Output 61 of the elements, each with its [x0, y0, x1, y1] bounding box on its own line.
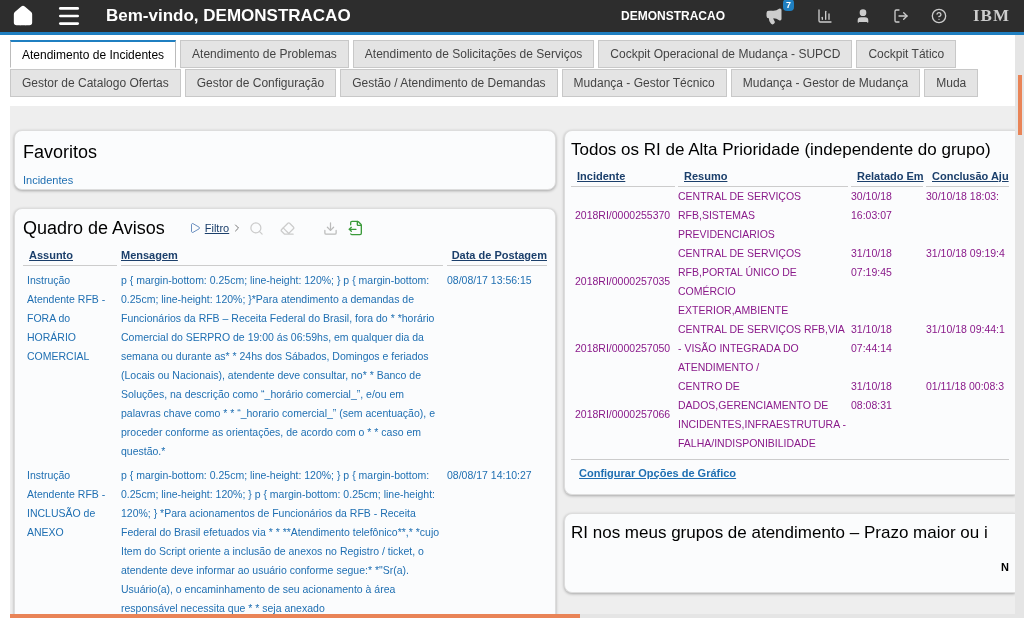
tab[interactable]: Muda: [924, 69, 979, 97]
table-cell-text: Instrução Atendente RFB - INCLUSÃO de ANEXO: [26, 467, 107, 540]
configure-link[interactable]: Configurar Opções de Gráfico: [579, 464, 737, 481]
play-icon[interactable]: [188, 221, 201, 235]
column-header[interactable]: Relatado Em: [851, 166, 923, 187]
user-name[interactable]: DEMONSTRACAO: [621, 7, 725, 25]
table-cell-text: CENTRAL DE SERVIÇOS RFB,SISTEMAS PREVIDENCIARIOS: [678, 188, 803, 242]
panel-title: Quadro de Avisos: [23, 216, 165, 240]
tab[interactable]: Cockpit Operacional de Mudança - SUPCD: [598, 40, 853, 68]
tab[interactable]: Mudança - Gestor Técnico: [561, 69, 727, 97]
tab[interactable]: Gestor de Catalogo Ofertas: [10, 69, 181, 97]
column-header[interactable]: Mensagem: [121, 245, 443, 266]
table-cell-text: 31/10/18 09:44:1: [926, 321, 1006, 337]
table-cell[interactable]: 2018RI/0000255370: [571, 205, 675, 225]
table-cell-text: 31/10/18 07:44:14: [851, 321, 893, 356]
tab[interactable]: Atendimento de Incidentes: [10, 40, 177, 68]
table-cell[interactable]: 2018RI/0000257035: [571, 272, 675, 291]
tab[interactable]: Mudança - Gestor de Mudança: [730, 69, 921, 97]
column-header[interactable]: Conclusão Aju: [926, 166, 1009, 187]
notification-badge: 7: [783, 0, 794, 11]
table-cell-text: 30/10/18 18:03:: [926, 188, 1000, 204]
table-cell-text: 31/10/18 08:08:31: [851, 378, 893, 413]
tab[interactable]: Atendimento de Problemas: [180, 40, 349, 68]
table-cell-text: CENTRAL DE SERVIÇOS RFB,VIA - VISÃO INTEGRADA DO ATENDIMENTO /: [678, 321, 846, 375]
column-header[interactable]: Assunto: [23, 245, 117, 266]
column-header[interactable]: Incidente: [571, 166, 675, 187]
table-cell-text: CENTRO DE DADOS,GERENCIAMENTO DE INCIDENTES,INFRAESTRUTURA - FALHA/INDISPONIBILIDADE: [678, 378, 847, 451]
panel-title: Favoritos: [23, 141, 99, 164]
table-cell-text: 30/10/18 16:03:07: [851, 188, 893, 223]
home-icon[interactable]: [12, 5, 34, 27]
column-header[interactable]: Resumo: [678, 166, 848, 187]
panel-title: Todos os RI de Alta Prioridade (independente do grupo): [571, 139, 991, 161]
table-cell-text: Instrução Atendente RFB - FORA do HORÁRIO COMERCIAL: [26, 272, 107, 364]
megaphone-icon[interactable]: [765, 7, 783, 25]
column-header: N: [1001, 560, 1009, 575]
column-header[interactable]: Data de Postagem: [447, 245, 547, 266]
scrollbar[interactable]: [1015, 35, 1024, 618]
table-cell[interactable]: 2018RI/0000257066: [571, 405, 675, 424]
tab[interactable]: Gestor de Configuração: [184, 69, 337, 97]
user-icon[interactable]: [855, 8, 871, 24]
panel-title: RI nos meus grupos de atendimento – Prazo maior ou i: [571, 521, 988, 544]
table-cell-text: 31/10/18 09:19:4: [926, 245, 1006, 261]
filter-link[interactable]: Filtro: [204, 219, 230, 237]
table-cell-text: p { margin-bottom: 0.25cm; line-height: 120%; } p { margin-bottom: 0.25cm; line-height: 120%; } p { margin-bottom: 0.25cm; line-height: 120%; } *Para acionamentos de Funcionários da RFB - Receita Federal do Brasil efetuados via * * **Atendimento telefônico**,* *cujo Item do Script oriente a inclusão de anexos no Registro / ticket, o atendente deve informar ao usuário conforme segue:* *"Sr(a). Usuário(a), o encaminhamento de seu acionamento à área responsável necessita que * * seja anexado: [121, 467, 441, 614]
tab[interactable]: Atendimento de Solicitações de Serviços: [352, 40, 595, 68]
table-cell-text: p { margin-bottom: 0.25cm; line-height: 120%; } p { margin-bottom: 0.25cm; line-height: 120%; }*Para atendimento a demandas de Funcionários da RFB – Receita Federal do Brasil, fora do * *horário Comercial do SERPRO de 19:00 ás 06:59hs, em qualquer dia da semana ou durante as* * 24hs dos Sábados, Domingos e feriados (Locais ou Nacionais), atendente deve consultar, no* * Banco de Soluções, na descrição como “_horário comercial_”, e/ou em palavras chave como * * “_horario comercial_” (sem acentuação), e proceder conforme as orientações, de acordo com o * * caso em questão.*: [121, 272, 436, 459]
logo: IBM: [973, 5, 1010, 28]
table-cell-text: 31/10/18 07:19:45: [851, 245, 893, 280]
table-cell-text: 08/08/17 14:10:27: [447, 467, 533, 483]
tab[interactable]: Gestão / Atendimento de Demandas: [340, 69, 558, 97]
table-cell-text: 08/08/17 13:56:15: [447, 272, 533, 288]
table-cell[interactable]: 2018RI/0000257050: [571, 338, 675, 358]
export-icon[interactable]: [348, 220, 365, 236]
logout-icon[interactable]: [893, 8, 909, 24]
help-icon[interactable]: [931, 8, 947, 24]
tab[interactable]: Cockpit Tático: [856, 40, 957, 68]
table-cell-text: 01/11/18 00:08:3: [926, 378, 1006, 394]
chart-icon[interactable]: [817, 8, 833, 24]
table-cell-text: CENTRAL DE SERVIÇOS RFB,PORTAL ÚNICO DE COMÉRCIO EXTERIOR,AMBIENTE: [678, 245, 803, 318]
favorite-link[interactable]: Incidentes: [23, 172, 547, 189]
welcome-title: Bem-vindo, DEMONSTRACAO: [106, 5, 351, 28]
